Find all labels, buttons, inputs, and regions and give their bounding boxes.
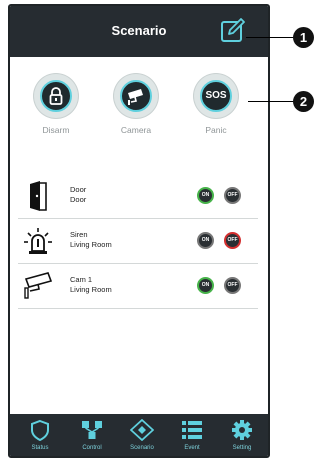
list-item: Door Door ON OFF [18,174,258,219]
header-bar: Scenario [10,6,268,57]
list-icon [182,421,202,439]
tab-label: Setting [232,445,252,451]
callout-line [246,37,294,38]
list-item: Cam 1 Living Room ON OFF [18,264,258,309]
on-toggle[interactable]: ON [197,277,214,294]
off-toggle[interactable]: OFF [224,232,241,249]
gear-icon [232,420,252,440]
network-icon [82,421,102,439]
edit-button[interactable] [220,18,246,44]
device-list: Door Door ON OFF Siren Living Room ON OF… [18,174,258,309]
tab-label: Status [31,445,49,451]
tab-status[interactable]: Status [14,414,66,456]
tab-label: Scenario [130,445,154,451]
off-toggle[interactable]: OFF [224,277,241,294]
tab-event[interactable]: Event [166,414,218,456]
disarm-button[interactable] [34,74,78,118]
off-toggle[interactable]: OFF [224,187,241,204]
on-toggle[interactable]: ON [197,187,214,204]
on-toggle[interactable]: ON [197,232,214,249]
panic-button[interactable]: SOS [194,74,238,118]
sos-icon: SOS [205,90,227,101]
device-name: Door Door [70,185,87,204]
device-name: Siren Living Room [70,230,112,249]
tab-control[interactable]: Control [66,414,118,456]
siren-icon [22,225,54,257]
tab-label: Event [184,445,200,451]
list-item: Siren Living Room ON OFF [18,219,258,264]
camera-label: Camera [120,125,152,135]
quick-actions: Disarm Camera SOS Panic [10,74,268,154]
callout-badge: 1 [293,27,314,48]
cctv-camera-icon [22,270,54,302]
callout-badge: 2 [293,91,314,112]
tab-scenario[interactable]: Scenario [116,414,168,456]
tab-label: Control [82,445,102,451]
tab-setting[interactable]: Setting [216,414,268,456]
app-frame: Scenario Disarm Camera SOS Panic Door Do… [8,4,270,458]
device-name: Cam 1 Living Room [70,275,112,294]
shield-icon [31,419,49,441]
edit-icon [221,18,245,42]
panic-action[interactable]: SOS Panic [186,74,246,135]
door-icon [22,180,54,212]
callout-line [248,101,294,102]
disarm-label: Disarm [42,125,70,135]
bottom-tab-bar: Status Control Scenario Event Setting [10,414,268,456]
panic-label: Panic [205,125,227,135]
camera-button[interactable] [114,74,158,118]
diamond-icon [130,419,154,441]
camera-action[interactable]: Camera [106,74,166,135]
lock-icon [49,87,63,105]
disarm-action[interactable]: Disarm [26,74,86,135]
camera-icon [128,89,143,105]
